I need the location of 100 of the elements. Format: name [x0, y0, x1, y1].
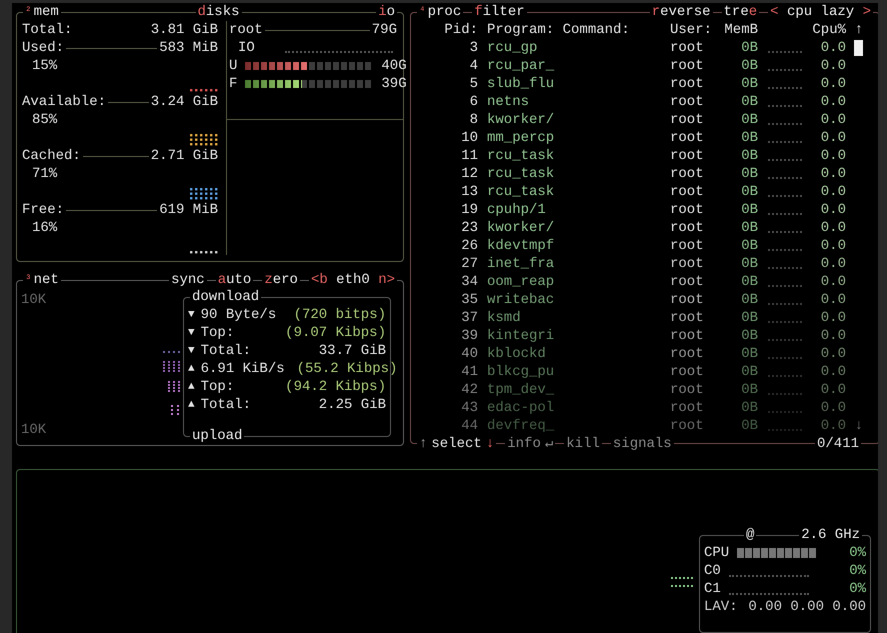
user-cell-text: root — [670, 183, 705, 201]
mem-cell-text: 0B — [740, 417, 758, 435]
column-header[interactable]: MemB — [720, 21, 758, 39]
core-usage: 0% — [849, 544, 866, 562]
column-header[interactable]: Command: — [562, 22, 630, 38]
cpu-sparkline — [768, 69, 802, 71]
sort-selector[interactable]: < cpu lazy > — [768, 3, 873, 21]
program-cell-text: kintegri — [486, 327, 556, 345]
program-cell-text: rcu_task — [486, 183, 556, 201]
cpu-sparkline — [768, 249, 802, 251]
user-cell-text: root — [670, 327, 705, 345]
column-header[interactable]: Pid: — [418, 21, 478, 39]
pid-cell-text: 43 — [460, 399, 478, 417]
mem-cell-text: 0B — [740, 111, 758, 129]
program-cell-text: inet_fra — [486, 255, 556, 273]
user-cell-text: root — [670, 363, 705, 381]
cpu-sparkline — [768, 177, 802, 179]
mem-percent: 15% — [32, 57, 58, 76]
user-cell-text: root — [670, 273, 705, 291]
column-header[interactable]: Program: — [487, 22, 554, 38]
mem-label: Available: — [22, 93, 106, 111]
mem-cell-text: 0B — [740, 219, 758, 237]
scrollbar-thumb[interactable] — [854, 40, 863, 56]
pid-cell-text: 27 — [460, 255, 478, 273]
cpu-cell-text: 0.0 — [820, 129, 846, 147]
scale-label: 10K — [21, 291, 46, 309]
mem-cell-text: 0B — [740, 237, 758, 255]
mem-label: Total: — [22, 21, 72, 39]
disk-meter-label: U — [229, 57, 238, 75]
direction-arrow: ▲ — [188, 380, 195, 395]
cpu-cell-text: 0.0 — [820, 273, 846, 291]
program-cell-text: netns — [486, 93, 530, 111]
stat-label: Top: — [200, 324, 234, 342]
user-cell-text: root — [670, 417, 705, 435]
proc-title[interactable]: ⁴ proc — [417, 3, 464, 21]
mem-cell-text: 0B — [740, 147, 758, 165]
user-cell-text: root — [670, 165, 705, 183]
mem-cell-text: 0B — [740, 201, 758, 219]
disk-name: root — [229, 21, 263, 39]
program-cell-text: writebac — [486, 291, 556, 309]
user-cell-text: root — [670, 129, 705, 147]
cpu-cell-text: 0.0 — [820, 363, 846, 381]
cpu-cell-text: 0.0 — [820, 93, 846, 111]
signals-button[interactable]: signals — [610, 435, 674, 453]
pid-cell-text: 3 — [468, 39, 478, 57]
cpu-cell-text: 0.0 — [820, 219, 846, 237]
program-cell-text: tpm_dev_ — [486, 381, 556, 399]
stat-value: 2.25 GiB — [318, 396, 386, 414]
program-cell-text: kworker/ — [486, 111, 556, 129]
program-cell-text: oom_reap — [486, 273, 556, 291]
cpu-sparkline — [768, 123, 802, 125]
cpu-cell-text: 0.0 — [820, 291, 846, 309]
mem-label: Used: — [22, 39, 64, 57]
cpu-sparkline — [768, 393, 802, 395]
direction-arrow: ▼ — [188, 344, 195, 359]
program-cell-text: rcu_gp — [486, 39, 538, 57]
mem-cell-text: 0B — [740, 255, 758, 273]
scale-label: 10K — [21, 421, 46, 439]
mem-percent: 16% — [32, 219, 58, 238]
scroll-down-arrow[interactable]: ↓ — [846, 417, 863, 435]
mem-cell-text: 0B — [740, 291, 758, 309]
cpu-sparkline — [768, 411, 802, 413]
pid-cell-text: 26 — [460, 237, 478, 255]
mem-label: Cached: — [22, 147, 81, 165]
user-cell-text: root — [670, 147, 705, 165]
load-values: 0.00 0.00 0.00 — [748, 598, 866, 616]
cpu-cell-text: 0.0 — [820, 39, 846, 57]
mem-cell-text: 0B — [740, 381, 758, 399]
pid-cell-text: 6 — [468, 93, 478, 111]
mem-cell-text: 0B — [740, 399, 758, 417]
program-cell-text: rcu_task — [486, 165, 556, 183]
core-usage: 0% — [849, 580, 866, 598]
pid-cell-text: 23 — [460, 219, 478, 237]
program-cell-text: kdevtmpf — [486, 237, 556, 255]
mem-percent: 71% — [32, 165, 58, 184]
cpu-sparkline — [768, 339, 802, 341]
user-cell-text: root — [670, 255, 705, 273]
cpu-sparkline — [768, 375, 802, 377]
pid-cell-text: 12 — [460, 165, 478, 183]
column-header[interactable]: Cpu% — [804, 21, 846, 39]
cpu-graph-drawing — [671, 575, 695, 589]
cpu-cell-text: 0.0 — [820, 237, 846, 255]
stat-label: 90 Byte/s — [200, 306, 276, 324]
program-cell-text: mm_percp — [486, 129, 556, 147]
program-cell-text: slub_flu — [486, 75, 556, 93]
program-cell-text: rcu_par_ — [486, 57, 556, 75]
cpu-cell-text: 0.0 — [820, 255, 846, 273]
cpu-sparkline — [768, 267, 802, 269]
mem-value: 3.81 GiB — [150, 21, 218, 39]
column-header[interactable]: User: — [670, 21, 720, 39]
direction-arrow: ▲ — [188, 398, 195, 413]
pid-cell-text: 41 — [460, 363, 478, 381]
core-usage: 0% — [849, 562, 866, 580]
user-cell-text: root — [670, 39, 705, 57]
mem-cell-text: 0B — [740, 309, 758, 327]
disk-size: 79G — [372, 21, 397, 39]
pid-cell-text: 4 — [468, 57, 478, 75]
mem-cell-text: 0B — [740, 165, 758, 183]
direction-arrow: ▼ — [188, 326, 195, 341]
stat-value: (55.2 Kibps) — [296, 360, 398, 378]
